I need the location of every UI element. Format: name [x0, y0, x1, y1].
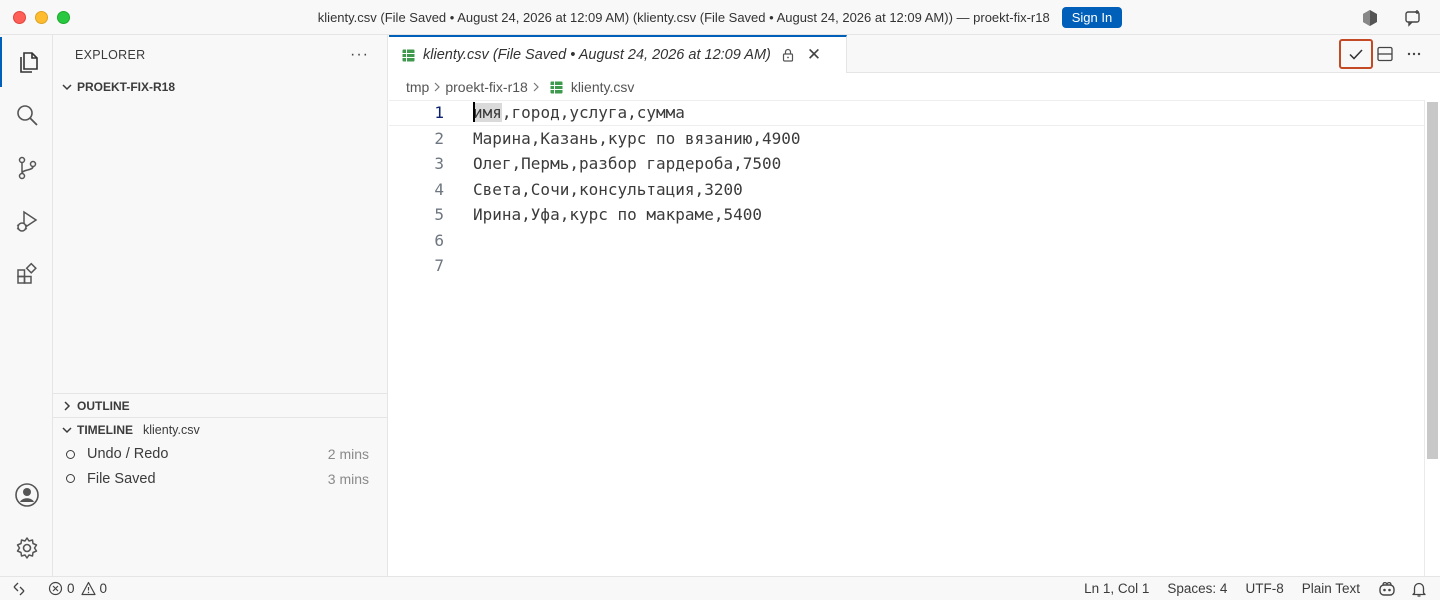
lock-icon[interactable]: [781, 48, 795, 62]
line-text: Света,Сочи,консультация,3200: [473, 179, 743, 199]
title-bar: klienty.csv (File Saved • August 24, 202…: [0, 0, 1440, 35]
line-number: 6: [434, 230, 444, 250]
editor-line[interactable]: 5 Ирина,Уфа,курс по макраме,5400: [389, 202, 1425, 228]
chevron-right-icon: [432, 82, 442, 92]
breadcrumb-item[interactable]: klienty.csv: [571, 79, 635, 95]
warning-icon: [80, 581, 96, 596]
timeline-file: klienty.csv: [143, 423, 200, 437]
search-icon: [16, 105, 38, 126]
cursor-position[interactable]: Ln 1, Col 1: [1084, 581, 1149, 596]
text-cursor: [473, 102, 475, 122]
explorer-more-button[interactable]: ···: [350, 46, 369, 64]
timeline-item[interactable]: File Saved 3 mins: [53, 467, 387, 492]
breadcrumb-item[interactable]: proekt-fix-r18: [445, 79, 527, 95]
line-number: 2: [434, 128, 444, 148]
close-tab-button[interactable]: ✕: [807, 45, 821, 65]
explorer-activity[interactable]: [0, 37, 53, 87]
folder-section[interactable]: PROEKT-FIX-R18: [53, 75, 387, 99]
copilot-status-icon[interactable]: [1378, 580, 1396, 598]
split-editor-icon: [1377, 46, 1393, 62]
run-debug-activity[interactable]: [0, 196, 53, 246]
editor[interactable]: 1 имя,город,услуга,сумма 2 Марина,Казань…: [389, 100, 1425, 576]
explorer-title: EXPLORER: [75, 48, 146, 62]
language-mode[interactable]: Plain Text: [1302, 581, 1360, 596]
error-icon: [48, 581, 63, 596]
manage-activity[interactable]: [0, 523, 53, 573]
editor-line[interactable]: 1 имя,город,услуга,сумма: [389, 100, 1425, 126]
encoding[interactable]: UTF-8: [1245, 581, 1283, 596]
line-text: Марина,Казань,курс по вязанию,4900: [473, 128, 801, 148]
status-bar: 0 0 Ln 1, Col 1 Spaces: 4 UTF-8 Plain Te…: [0, 576, 1440, 600]
error-count: 0: [67, 581, 75, 596]
warning-count: 0: [99, 581, 108, 596]
folder-name: PROEKT-FIX-R18: [77, 80, 176, 94]
source-control-activity[interactable]: [0, 143, 53, 193]
chevron-down-icon: [59, 79, 75, 95]
line-text: имя,город,услуга,сумма: [473, 102, 685, 122]
timeline-label: TIMELINE: [77, 423, 133, 437]
editor-line[interactable]: 6: [389, 228, 1425, 254]
vertical-scrollbar[interactable]: [1424, 100, 1440, 576]
editor-line[interactable]: 4 Света,Сочи,консультация,3200: [389, 177, 1425, 203]
gear-icon: [16, 537, 37, 559]
csv-file-icon: [402, 49, 415, 61]
feedback-icon[interactable]: [1404, 9, 1422, 27]
line-number: 3: [434, 154, 444, 174]
line-number: 1: [434, 103, 444, 123]
bell-icon[interactable]: [1410, 580, 1428, 598]
editor-line[interactable]: 2 Марина,Казань,курс по вязанию,4900: [389, 126, 1425, 152]
chevron-right-icon: [59, 398, 75, 414]
source-control-icon: [18, 156, 36, 180]
sidebar: EXPLORER ··· PROEKT-FIX-R18 OUTLINE TIME…: [53, 35, 388, 576]
problems-button[interactable]: 0 0: [48, 577, 107, 600]
remote-icon: [13, 582, 25, 595]
line-text: Олег,Пермь,разбор гардероба,7500: [473, 154, 782, 174]
window-title: klienty.csv (File Saved • August 24, 202…: [317, 10, 1050, 25]
outline-section[interactable]: OUTLINE: [53, 394, 387, 418]
scrollbar-thumb[interactable]: [1427, 102, 1438, 459]
chevron-down-icon: [59, 422, 75, 438]
tab-bar: klienty.csv (File Saved • August 24, 202…: [389, 35, 1440, 73]
files-icon: [19, 52, 38, 73]
remote-button[interactable]: [0, 577, 38, 600]
tab-klienty-csv[interactable]: klienty.csv (File Saved • August 24, 202…: [389, 35, 847, 73]
timeline-item[interactable]: Undo / Redo 2 mins: [53, 442, 387, 467]
circle-icon: [66, 449, 75, 459]
line-number: 5: [434, 205, 444, 225]
more-actions-button[interactable]: [1397, 39, 1431, 69]
account-icon: [14, 483, 39, 507]
search-activity[interactable]: [0, 90, 53, 140]
check-icon: [1349, 49, 1363, 60]
csv-file-icon: [550, 81, 563, 93]
breadcrumb-item[interactable]: tmp: [406, 79, 429, 95]
chevron-right-icon: [531, 82, 541, 92]
activity-bar: [0, 35, 53, 576]
word-highlight: имя: [473, 102, 502, 122]
sign-in-button[interactable]: Sign In: [1061, 7, 1123, 28]
breadcrumb: tmp proekt-fix-r18 klienty.csv: [389, 74, 634, 100]
more-icon: [1407, 52, 1421, 56]
extensions-icon: [16, 262, 37, 284]
line-number: 4: [434, 179, 444, 199]
extensions-activity[interactable]: [0, 249, 53, 299]
editor-line[interactable]: 3 Олег,Пермь,разбор гардероба,7500: [389, 151, 1425, 177]
outline-label: OUTLINE: [77, 399, 130, 413]
line-text: Ирина,Уфа,курс по макраме,5400: [473, 205, 762, 225]
copilot-icon[interactable]: [1361, 9, 1379, 27]
indentation[interactable]: Spaces: 4: [1167, 581, 1227, 596]
timeline-section[interactable]: TIMELINE klienty.csv: [53, 418, 387, 442]
accounts-activity[interactable]: [0, 470, 53, 520]
line-number: 7: [434, 256, 444, 276]
run-debug-icon: [16, 210, 37, 232]
circle-icon: [66, 474, 75, 484]
editor-line[interactable]: 7: [389, 253, 1425, 279]
tab-label: klienty.csv (File Saved • August 24, 202…: [423, 47, 771, 63]
